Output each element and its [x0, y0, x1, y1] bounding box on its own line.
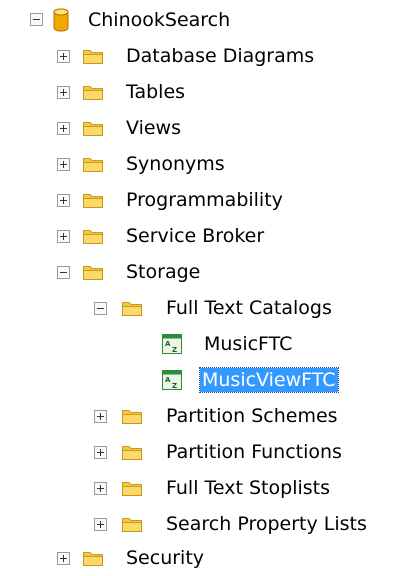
tree-node-label: Database Diagrams	[126, 45, 315, 67]
tree-node-label: Full Text Catalogs	[166, 297, 332, 319]
tree-node-label: Search Property Lists	[166, 513, 367, 535]
expand-toggle-icon[interactable]	[57, 50, 70, 63]
tree-node-tables[interactable]: Tables	[0, 74, 220, 110]
expand-toggle-icon[interactable]	[94, 446, 107, 459]
tree-node-security[interactable]: Security	[0, 540, 240, 576]
expand-toggle-icon[interactable]	[57, 194, 70, 207]
tree-node-synonyms[interactable]: Synonyms	[0, 146, 240, 182]
folder-icon	[83, 266, 103, 280]
tree-node-views[interactable]: Views	[0, 110, 220, 146]
tree-node-label: Synonyms	[126, 153, 225, 175]
expand-toggle-icon[interactable]	[57, 230, 70, 243]
object-explorer-tree: ChinookSearch Database Diagrams Tables V…	[0, 0, 393, 573]
folder-icon	[83, 86, 103, 100]
folder-icon	[83, 230, 103, 244]
folder-icon	[83, 158, 103, 172]
tree-node-programmability[interactable]: Programmability	[0, 182, 320, 218]
tree-node-partition-schemes[interactable]: Partition Schemes	[0, 398, 380, 434]
tree-node-chinooksearch[interactable]: ChinookSearch	[0, 2, 280, 38]
expand-toggle-icon[interactable]	[57, 122, 70, 135]
collapse-toggle-icon[interactable]	[57, 266, 70, 279]
collapse-toggle-icon[interactable]	[94, 302, 107, 315]
expand-toggle-icon[interactable]	[57, 86, 70, 99]
tree-node-service-broker[interactable]: Service Broker	[0, 218, 300, 254]
tree-node-partition-functions[interactable]: Partition Functions	[0, 434, 390, 470]
tree-node-label: Service Broker	[126, 225, 265, 247]
expand-toggle-icon[interactable]	[94, 482, 107, 495]
tree-node-musicviewftc[interactable]: A Z MusicViewFTC	[0, 362, 360, 398]
tree-node-full-text-catalogs[interactable]: Full Text Catalogs	[0, 290, 380, 326]
folder-icon	[122, 302, 142, 316]
tree-node-search-property-lists[interactable]: Search Property Lists	[0, 506, 393, 542]
tree-node-label: Programmability	[126, 189, 283, 211]
folder-icon	[122, 482, 142, 496]
tree-node-database-diagrams[interactable]: Database Diagrams	[0, 38, 340, 74]
tree-node-label: MusicFTC	[204, 333, 293, 355]
expand-toggle-icon[interactable]	[57, 552, 70, 565]
svg-text:Z: Z	[172, 346, 177, 354]
folder-icon	[83, 122, 103, 136]
tree-node-storage[interactable]: Storage	[0, 254, 240, 290]
svg-text:A: A	[165, 376, 171, 384]
folder-icon	[122, 518, 142, 532]
fulltext-catalog-icon: A Z	[162, 370, 182, 390]
folder-icon	[83, 50, 103, 64]
tree-node-label: Storage	[126, 261, 201, 283]
tree-node-label: Tables	[126, 81, 186, 103]
svg-text:Z: Z	[172, 382, 177, 390]
database-icon	[53, 8, 69, 32]
tree-node-full-text-stoplists[interactable]: Full Text Stoplists	[0, 470, 380, 506]
tree-node-label-selected: MusicViewFTC	[199, 367, 339, 393]
collapse-toggle-icon[interactable]	[30, 13, 43, 26]
expand-toggle-icon[interactable]	[57, 158, 70, 171]
folder-icon	[83, 552, 103, 566]
expand-toggle-icon[interactable]	[94, 410, 107, 423]
tree-node-label: ChinookSearch	[88, 9, 231, 31]
svg-text:A: A	[165, 340, 171, 348]
tree-node-label: Partition Schemes	[166, 405, 338, 427]
folder-icon	[122, 410, 142, 424]
folder-icon	[83, 194, 103, 208]
expand-toggle-icon[interactable]	[94, 518, 107, 531]
tree-node-label: Partition Functions	[166, 441, 342, 463]
fulltext-catalog-icon: A Z	[162, 334, 182, 354]
folder-icon	[122, 446, 142, 460]
tree-node-label: Security	[126, 547, 205, 569]
tree-node-label: Full Text Stoplists	[166, 477, 330, 499]
tree-node-musicftc[interactable]: A Z MusicFTC	[0, 326, 340, 362]
tree-node-label: Views	[126, 117, 181, 139]
